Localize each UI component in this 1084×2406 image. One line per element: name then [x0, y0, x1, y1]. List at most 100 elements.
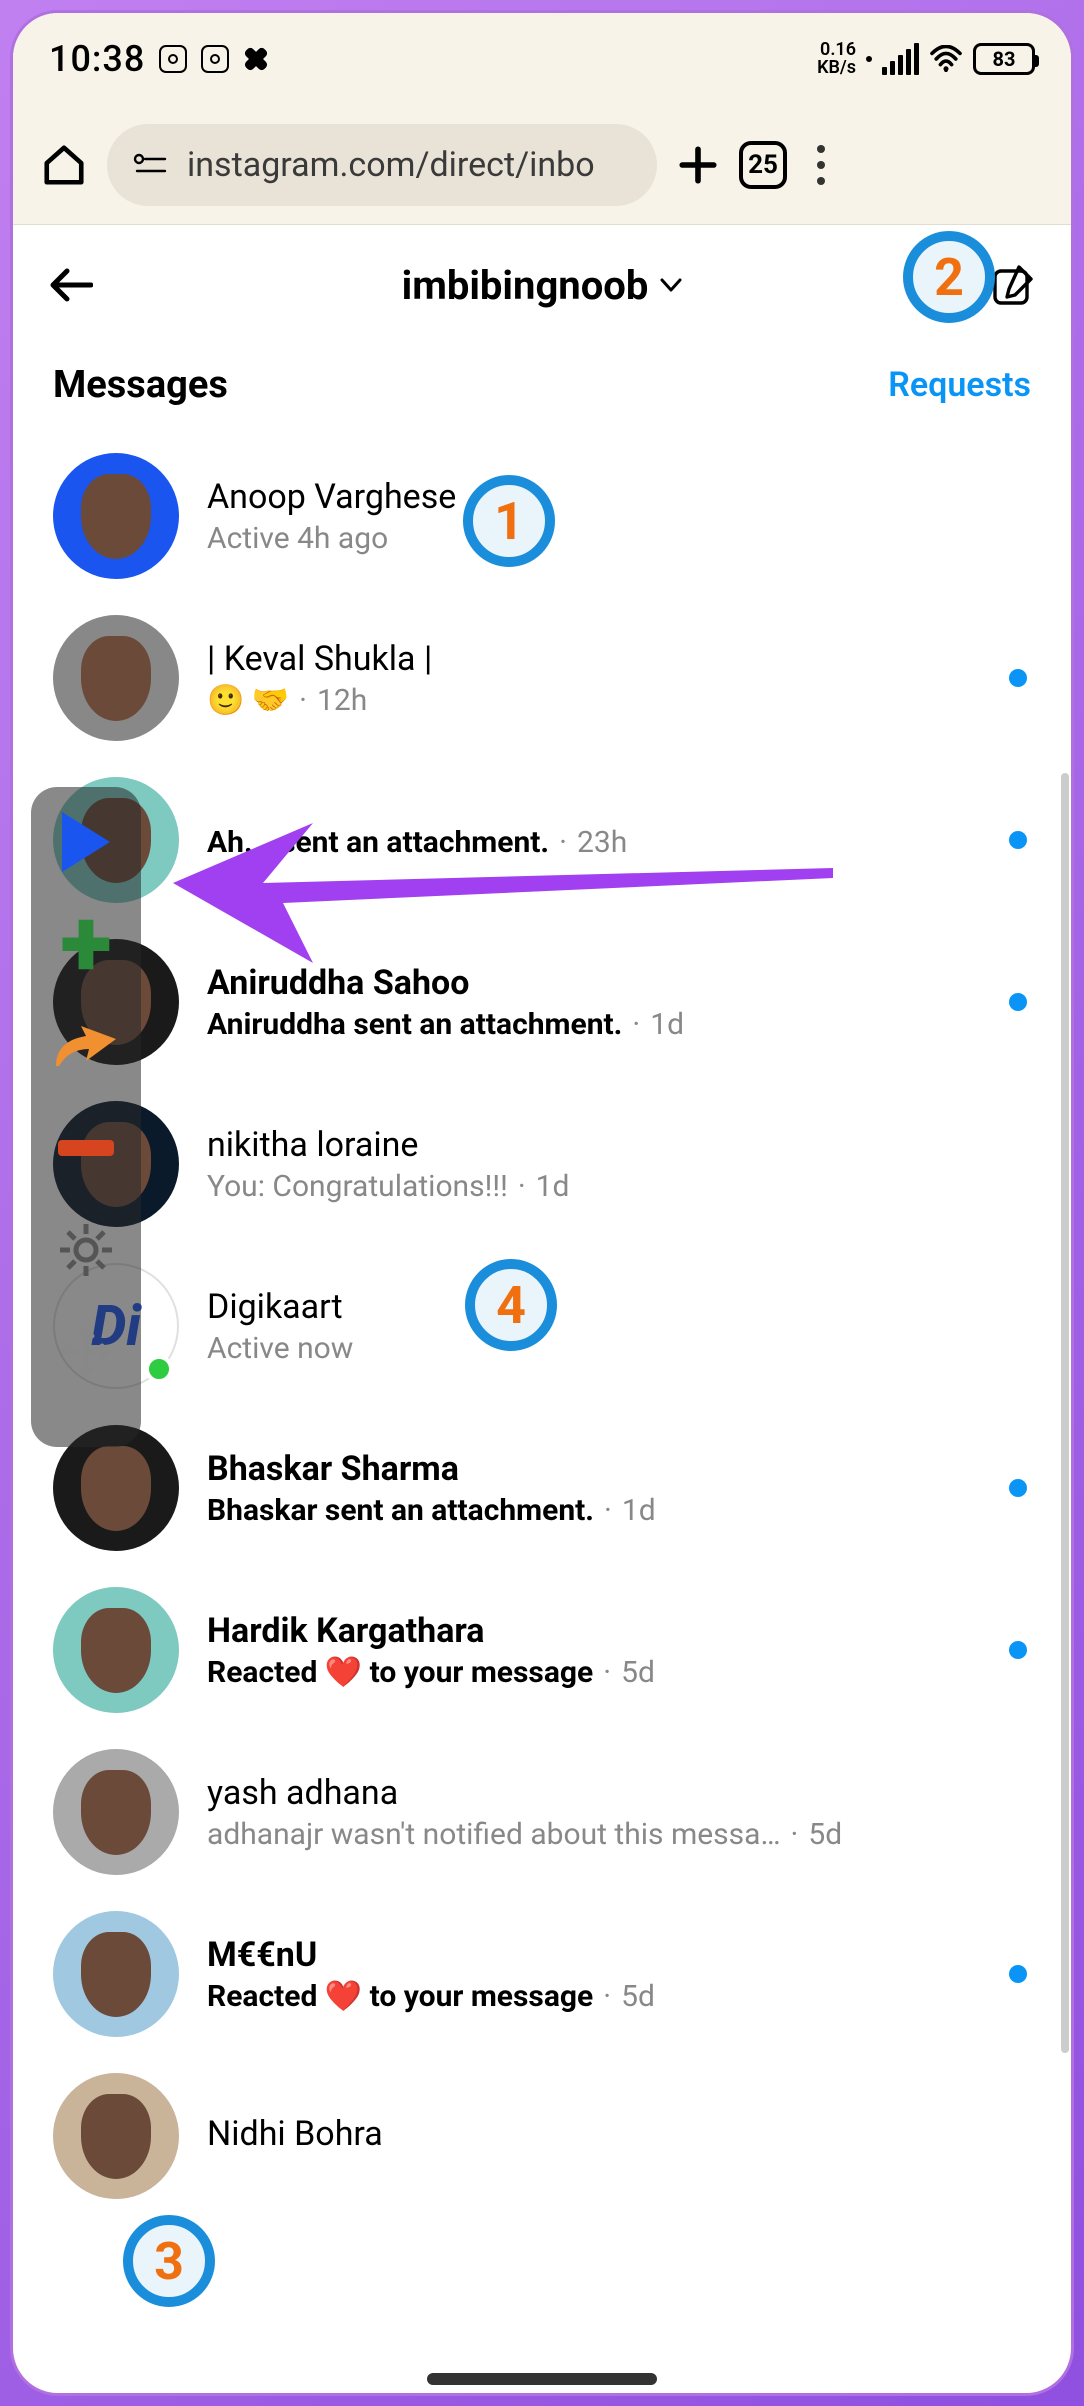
data-rate: 0.16 KB/s: [817, 41, 856, 77]
home-icon[interactable]: [41, 142, 87, 188]
chat-name: | Keval Shukla |: [207, 639, 981, 679]
move-icon[interactable]: [51, 1317, 121, 1387]
chat-row[interactable]: Aniruddha Sahoo Aniruddha sent an attachm…: [13, 921, 1071, 1083]
unread-dot: [1009, 831, 1027, 849]
battery-indicator: 83: [973, 43, 1035, 75]
avatar-silhouette: [81, 1770, 151, 1855]
chat-row[interactable]: M€€nU Reacted ❤️ to your message · 5d: [13, 1893, 1071, 2055]
chat-name: nikitha loraine: [207, 1125, 1031, 1165]
chat-name: Nidhi Bohra: [207, 2114, 1031, 2154]
gear-icon[interactable]: [51, 1215, 121, 1285]
chat-text: | Keval Shukla | 🙂 🤝 · 12h: [207, 639, 981, 718]
page-header: imbibingnoob: [13, 225, 1071, 345]
chat-row[interactable]: yash adhana adhanajr wasn't notified abou…: [13, 1731, 1071, 1893]
unread-dot: [1009, 1965, 1027, 1983]
unread-dot: [1009, 993, 1027, 1011]
chat-preview: Aniruddha sent an attachment. · 1d: [207, 1007, 981, 1042]
chat-name: Bhaskar Sharma: [207, 1449, 981, 1489]
bandaid-icon: [238, 41, 275, 78]
chat-text: Digikaart Active now: [207, 1287, 1031, 1366]
chat-preview: Active 4h ago: [207, 521, 1031, 556]
chat-text: Aniruddha Sahoo Aniruddha sent an attachm…: [207, 963, 981, 1042]
chat-preview: Reacted ❤️ to your message · 5d: [207, 1979, 981, 2014]
chat-text: Nidhi Bohra: [207, 2114, 1031, 2158]
chat-row[interactable]: DiDigikaartActive now: [13, 1245, 1071, 1407]
chat-text: Ah... sent an attachment. · 23h: [207, 821, 981, 860]
compose-icon[interactable]: [991, 263, 1035, 307]
browser-bar: instagram.com/direct/inbo 25: [13, 105, 1071, 225]
new-tab-icon[interactable]: [677, 144, 719, 186]
instagram-icon: [159, 45, 187, 73]
instagram-icon: [201, 45, 229, 73]
url-bar[interactable]: instagram.com/direct/inbo: [107, 124, 657, 206]
chat-text: M€€nU Reacted ❤️ to your message · 5d: [207, 1935, 981, 2014]
chat-text: yash adhana adhanajr wasn't notified abou…: [207, 1773, 1031, 1852]
android-nav-pill[interactable]: [427, 2373, 657, 2385]
chat-preview: Bhaskar sent an attachment. · 1d: [207, 1493, 981, 1528]
scrollbar[interactable]: [1061, 773, 1069, 2053]
back-icon[interactable]: [49, 267, 93, 303]
signal-icon: [882, 43, 919, 75]
chat-name: M€€nU: [207, 1935, 981, 1975]
chat-preview: 🙂 🤝 · 12h: [207, 683, 981, 718]
chat-name: Hardik Kargathara: [207, 1611, 981, 1651]
annotation-3: 3: [123, 2215, 215, 2307]
online-dot: [145, 1355, 173, 1383]
avatar[interactable]: [53, 453, 179, 579]
status-bar: 10:38 0.16 KB/s 83: [13, 13, 1071, 105]
wifi-icon: [929, 45, 963, 73]
chat-name: yash adhana: [207, 1773, 1031, 1813]
chat-row[interactable]: | Keval Shukla | 🙂 🤝 · 12h: [13, 597, 1071, 759]
avatar-silhouette: [81, 474, 151, 559]
chat-text: Bhaskar Sharma Bhaskar sent an attachment…: [207, 1449, 981, 1528]
account-switcher[interactable]: imbibingnoob: [113, 262, 971, 309]
avatar[interactable]: [53, 615, 179, 741]
avatar[interactable]: [53, 1911, 179, 2037]
chat-name: Aniruddha Sahoo: [207, 963, 981, 1003]
requests-link[interactable]: Requests: [888, 365, 1031, 405]
plus-icon[interactable]: +: [51, 909, 121, 979]
messages-heading: Messages: [53, 363, 228, 407]
avatar-silhouette: [81, 2094, 151, 2179]
tool-overlay[interactable]: +: [31, 787, 141, 1447]
play-icon[interactable]: [51, 807, 121, 877]
site-settings-icon: [133, 151, 169, 179]
chat-row[interactable]: Nidhi Bohra: [13, 2055, 1071, 2217]
minus-icon[interactable]: [51, 1113, 121, 1183]
avatar-silhouette: [81, 1608, 151, 1693]
unread-dot: [1009, 1479, 1027, 1497]
tab-switcher[interactable]: 25: [739, 141, 787, 189]
username-label: imbibingnoob: [402, 262, 649, 309]
section-header: Messages Requests: [13, 345, 1071, 425]
chat-name: Anoop Varghese: [207, 477, 1031, 517]
chat-row[interactable]: Anoop Varghese Active 4h ago: [13, 435, 1071, 597]
avatar-silhouette: [81, 1446, 151, 1531]
chat-text: Hardik Kargathara Reacted ❤️ to your mess…: [207, 1611, 981, 1690]
chat-preview: Active now: [207, 1331, 1031, 1366]
chat-row[interactable]: Hardik Kargathara Reacted ❤️ to your mess…: [13, 1569, 1071, 1731]
chat-preview: adhanajr wasn't notified about this mess…: [207, 1817, 1031, 1852]
status-time: 10:38: [49, 38, 145, 80]
avatar[interactable]: [53, 1749, 179, 1875]
avatar-silhouette: [81, 1932, 151, 2017]
chat-list: Anoop Varghese Active 4h ago | Keval Shukl…: [13, 425, 1071, 2227]
chat-name: Digikaart: [207, 1287, 1031, 1327]
chat-row[interactable]: Ah... sent an attachment. · 23h: [13, 759, 1071, 921]
url-text: instagram.com/direct/inbo: [187, 145, 595, 185]
avatar[interactable]: [53, 2073, 179, 2199]
chat-preview: You: Congratulations!!! · 1d: [207, 1169, 1031, 1204]
chat-preview: Reacted ❤️ to your message · 5d: [207, 1655, 981, 1690]
unread-dot: [1009, 669, 1027, 687]
chat-text: Anoop Varghese Active 4h ago: [207, 477, 1031, 556]
chevron-down-icon: [660, 278, 682, 292]
chat-row[interactable]: Bhaskar Sharma Bhaskar sent an attachment…: [13, 1407, 1071, 1569]
menu-icon[interactable]: [817, 145, 825, 185]
chat-row[interactable]: nikitha loraine You: Congratulations!!! ·…: [13, 1083, 1071, 1245]
avatar[interactable]: [53, 1587, 179, 1713]
chat-preview: Ah... sent an attachment. · 23h: [207, 825, 981, 860]
chat-text: nikitha loraine You: Congratulations!!! ·…: [207, 1125, 1031, 1204]
share-arrow-icon[interactable]: [51, 1011, 121, 1081]
avatar-silhouette: [81, 636, 151, 721]
unread-dot: [1009, 1641, 1027, 1659]
signal-dot: [866, 56, 872, 62]
